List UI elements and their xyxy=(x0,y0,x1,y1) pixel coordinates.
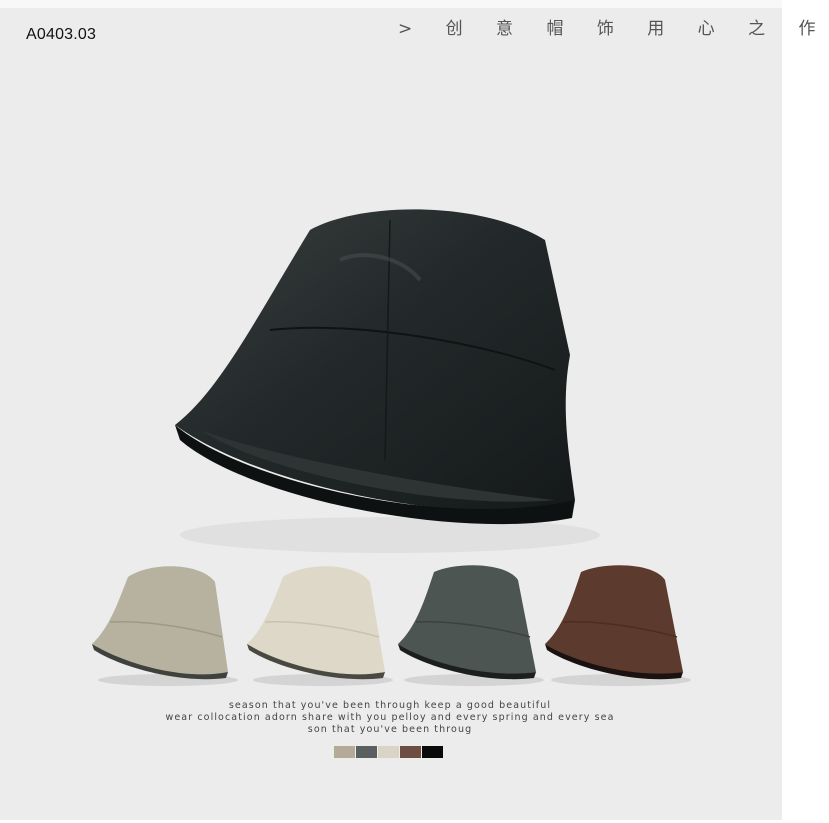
caption-line: wear collocation adorn share with you pe… xyxy=(165,712,615,723)
caption-line: son that you've been throug xyxy=(307,724,473,735)
top-strip xyxy=(0,0,782,8)
color-swatch-black xyxy=(422,746,443,758)
color-swatch-cream xyxy=(378,746,399,758)
main-hat-image xyxy=(175,209,600,553)
hat-khaki-image xyxy=(92,566,238,686)
hat-brown-image xyxy=(545,565,691,686)
slogan: > 创 意 帽 饰 用 心 之 作 ] xyxy=(398,19,829,39)
color-swatch-khaki xyxy=(334,746,355,758)
page-margin xyxy=(782,0,829,823)
hat-cream-image xyxy=(247,566,393,686)
hat-gray-green-image xyxy=(398,565,544,686)
product-code: A0403.03 xyxy=(26,26,97,43)
color-swatches xyxy=(334,746,443,758)
color-swatch-gray xyxy=(356,746,377,758)
caption-line: season that you've been through keep a g… xyxy=(228,700,552,711)
caption: season that you've been through keep a g… xyxy=(150,700,630,736)
color-swatch-brown xyxy=(400,746,421,758)
